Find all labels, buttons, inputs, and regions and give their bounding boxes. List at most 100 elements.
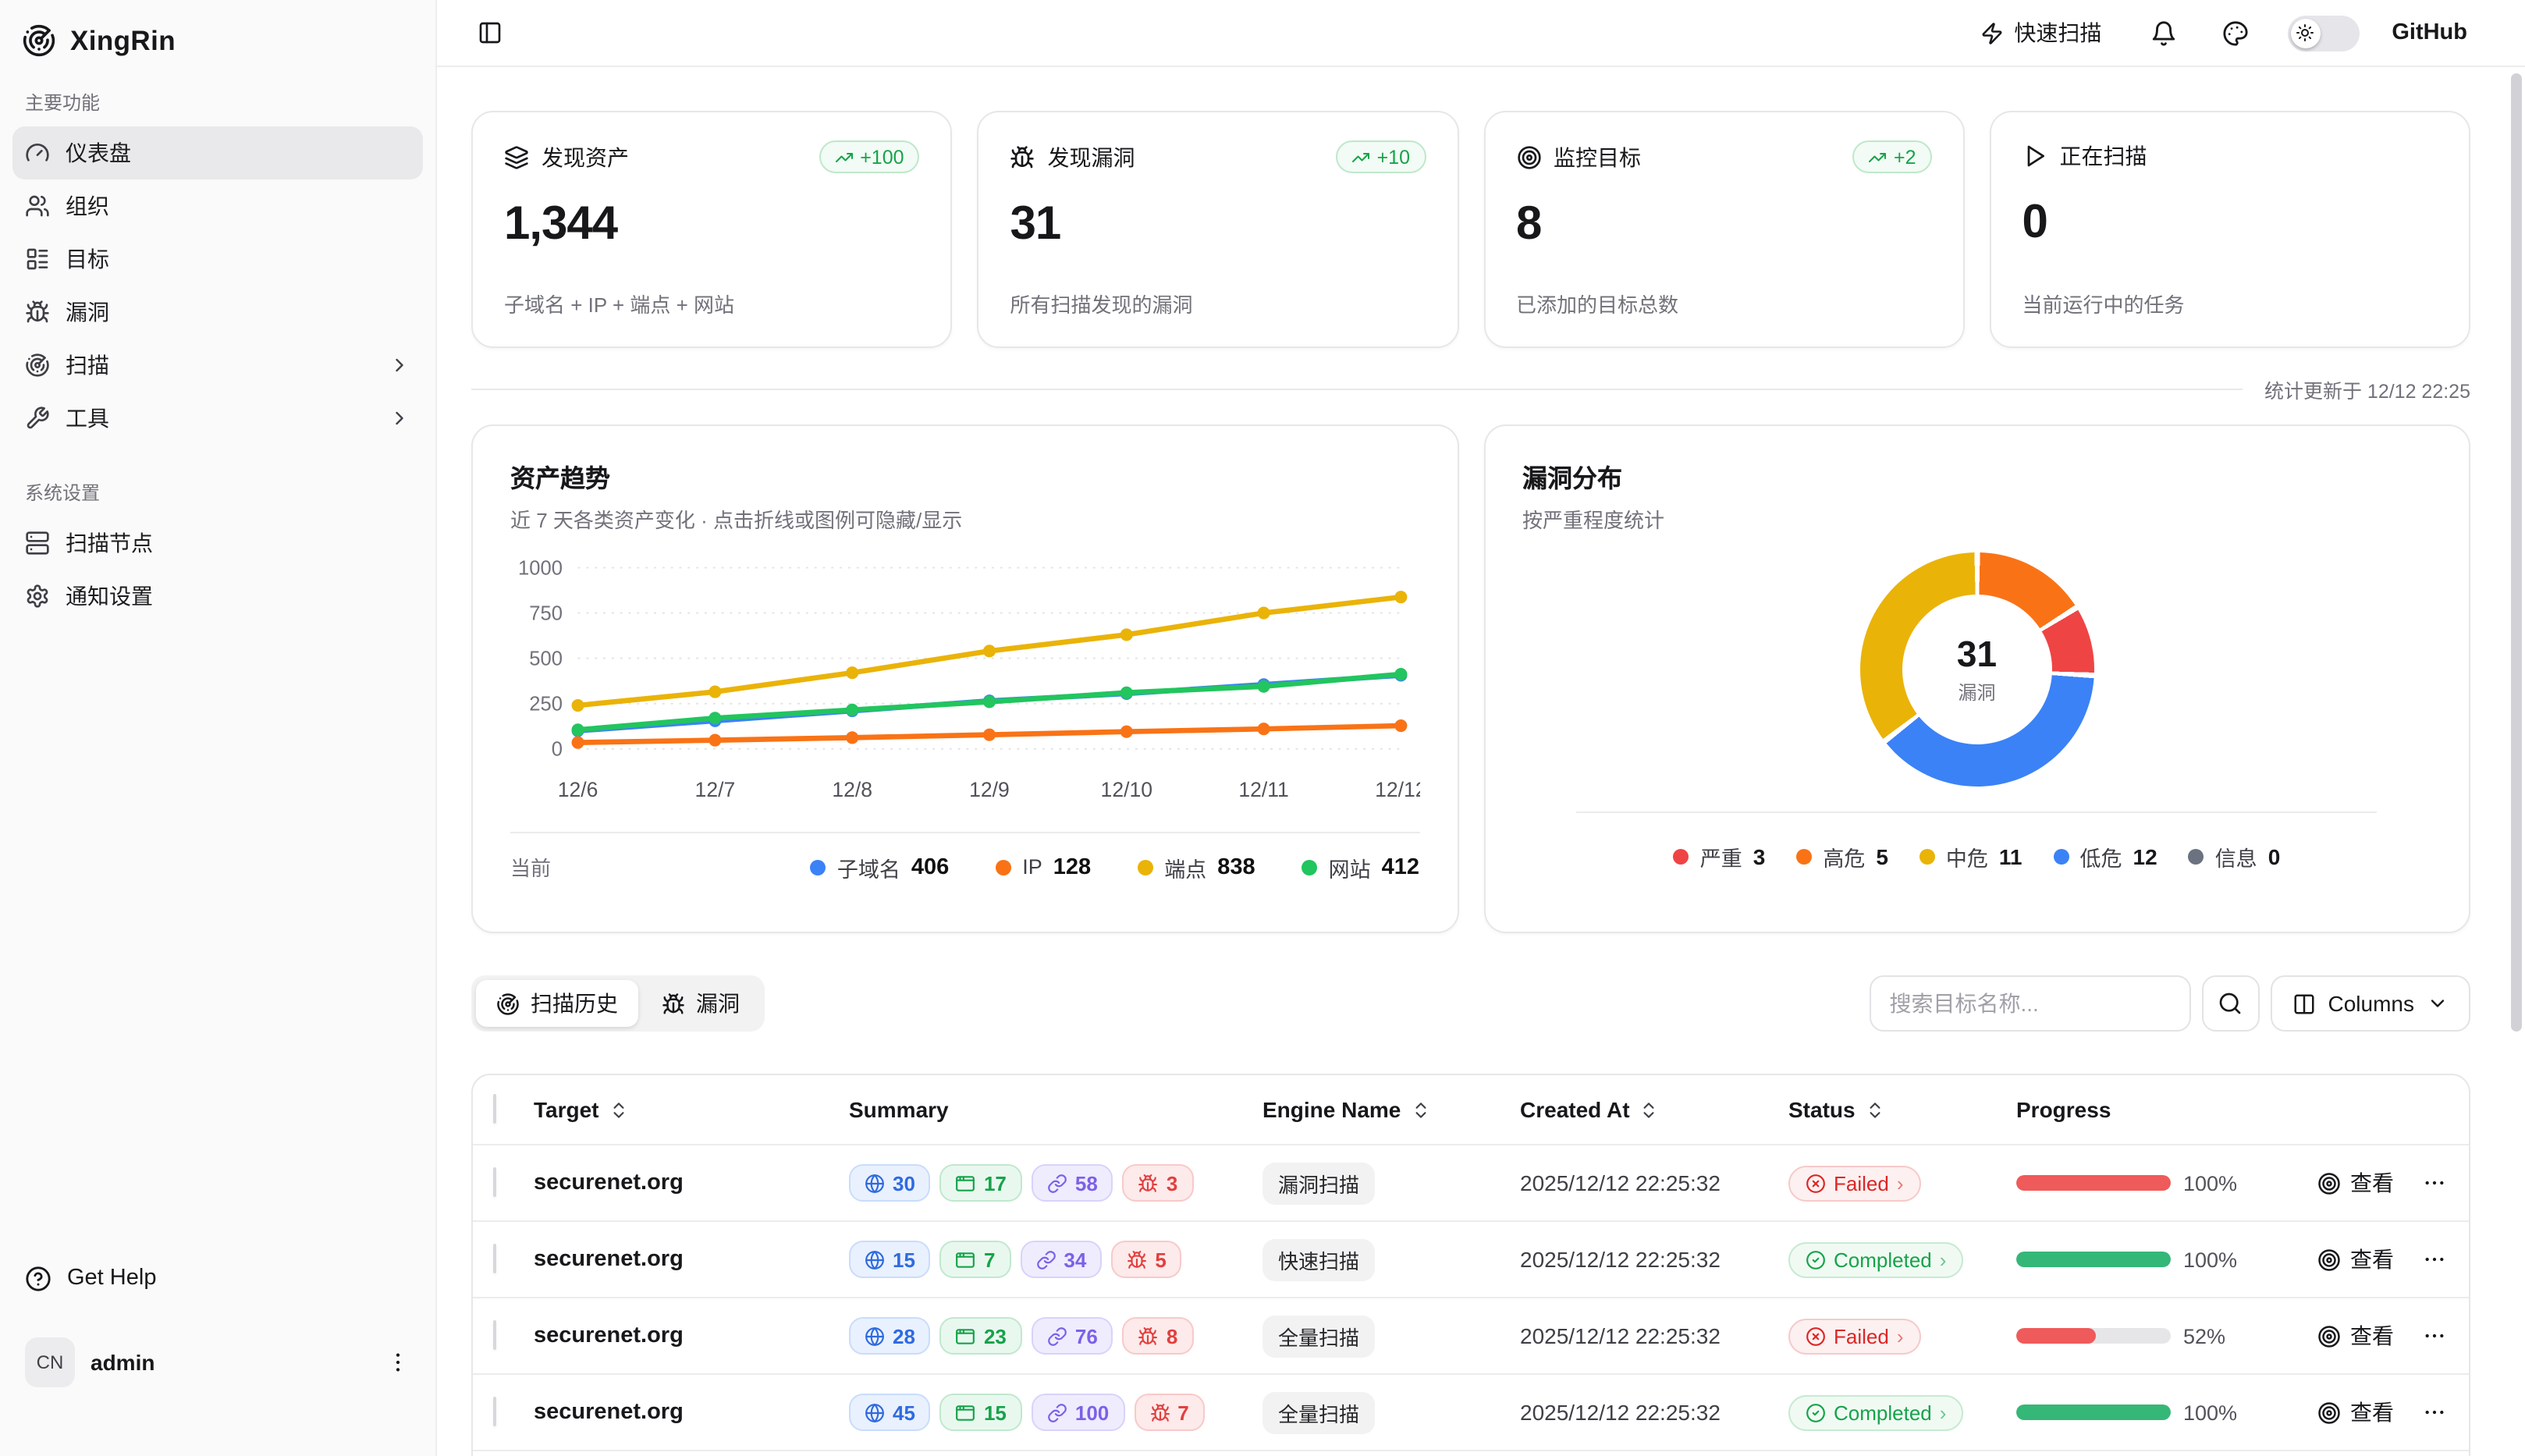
severity-donut-chart[interactable]: 31 漏洞 xyxy=(1860,552,2094,787)
vuln-count-badge: 8 xyxy=(1123,1317,1193,1355)
row-menu-button[interactable] xyxy=(2422,1170,2447,1195)
sort-icon[interactable] xyxy=(1410,1099,1430,1120)
sidebar-item[interactable]: 扫描节点 xyxy=(12,517,423,570)
row-menu-button[interactable] xyxy=(2422,1323,2447,1348)
view-button[interactable]: 查看 xyxy=(2317,1244,2394,1275)
brand[interactable]: XingRin xyxy=(12,0,423,67)
column-label: Engine Name xyxy=(1262,1097,1401,1122)
get-help-button[interactable]: Get Help xyxy=(12,1250,423,1306)
columns-button[interactable]: Columns xyxy=(2271,975,2471,1032)
subdomain-count-badge: 45 xyxy=(849,1394,931,1431)
view-button[interactable]: 查看 xyxy=(2317,1167,2394,1199)
legend-value: 412 xyxy=(1382,854,1419,879)
legend-dot xyxy=(811,859,826,875)
endpoint-count-badge: 58 xyxy=(1032,1164,1113,1202)
target-icon xyxy=(2317,1171,2341,1195)
row-checkbox[interactable] xyxy=(493,1320,496,1350)
github-link[interactable]: GitHub xyxy=(2392,20,2467,45)
table-header-row: Target Summary Engine Name xyxy=(473,1075,2469,1145)
severity-legend-item[interactable]: 中危 11 xyxy=(1919,841,2022,872)
scrollbar[interactable] xyxy=(2511,73,2522,1032)
asset-trend-chart[interactable]: 0250500750100012/612/712/812/912/1012/11… xyxy=(510,546,1419,810)
search-input[interactable] xyxy=(1870,975,2191,1032)
table-column-header: Progress xyxy=(2016,1097,2447,1122)
svg-text:1000: 1000 xyxy=(518,557,563,579)
sidebar-toggle-button[interactable] xyxy=(471,14,509,51)
severity-legend-item[interactable]: 严重 3 xyxy=(1674,841,1766,872)
row-checkbox[interactable] xyxy=(493,1167,496,1197)
theme-toggle[interactable] xyxy=(2287,15,2359,51)
topbar: 快速扫描 GitHub xyxy=(437,0,2525,67)
toolbar-tab[interactable]: 扫描历史 xyxy=(476,980,638,1027)
severity-legend-item[interactable]: 信息 0 xyxy=(2189,841,2281,872)
palette-icon xyxy=(2221,20,2248,46)
sidebar-item[interactable]: 工具 xyxy=(12,392,423,445)
status-badge[interactable]: Failed › xyxy=(1788,1318,1921,1354)
user-menu-dots-icon[interactable] xyxy=(385,1350,410,1375)
sort-icon[interactable] xyxy=(1865,1099,1885,1120)
legend-name: 低危 xyxy=(2080,841,2122,872)
row-checkbox[interactable] xyxy=(493,1244,496,1273)
view-button[interactable]: 查看 xyxy=(2317,1397,2394,1428)
table-row[interactable] xyxy=(473,1451,2469,1456)
trend-legend-item[interactable]: 子域名 406 xyxy=(811,851,949,882)
table-column-header: Created At xyxy=(1520,1097,1788,1122)
severity-legend-item[interactable]: 低危 12 xyxy=(2054,841,2157,872)
trend-badge-value: +2 xyxy=(1894,146,1916,168)
sidebar-item[interactable]: 组织 xyxy=(12,179,423,233)
bug-icon xyxy=(1138,1326,1159,1346)
table-column-header: Summary xyxy=(849,1097,1262,1122)
table-row[interactable]: securenet.org 28 23 76 8 全量扫描 2025/12/12… xyxy=(473,1298,2469,1375)
table-row[interactable]: securenet.org 15 7 34 5 快速扫描 2025/12/12 … xyxy=(473,1222,2469,1298)
legend-value: 3 xyxy=(1753,844,1766,869)
trend-legend-item[interactable]: IP 128 xyxy=(996,854,1091,879)
user-menu[interactable]: CN admin xyxy=(12,1331,423,1394)
status-label: Failed xyxy=(1834,1171,1889,1195)
row-menu-button[interactable] xyxy=(2422,1400,2447,1425)
sidebar-item[interactable]: 通知设置 xyxy=(12,570,423,623)
trend-badge: +100 xyxy=(819,140,919,173)
status-badge[interactable]: Failed › xyxy=(1788,1165,1921,1201)
charts-row: 资产趋势 近 7 天各类资产变化 · 点击折线或图例可隐藏/显示 0250500… xyxy=(471,424,2470,933)
trend-legend-item[interactable]: 端点 838 xyxy=(1138,851,1255,882)
legend-value: 0 xyxy=(2268,844,2281,869)
notifications-button[interactable] xyxy=(2143,13,2182,52)
column-label: Summary xyxy=(849,1097,949,1122)
trend-legend-item[interactable]: 网站 412 xyxy=(1302,851,1419,882)
sort-icon[interactable] xyxy=(609,1099,629,1120)
legend-value: 11 xyxy=(1999,844,2022,869)
view-button[interactable]: 查看 xyxy=(2317,1320,2394,1351)
stat-description: 已添加的目标总数 xyxy=(1516,289,1932,318)
theme-palette-button[interactable] xyxy=(2215,13,2254,52)
table-row[interactable]: securenet.org 30 17 58 3 漏洞扫描 2025/12/12… xyxy=(473,1145,2469,1222)
status-chevron: › xyxy=(1940,1248,1947,1271)
endpoint-count-badge: 100 xyxy=(1032,1394,1124,1431)
row-menu-button[interactable] xyxy=(2422,1247,2447,1272)
row-checkbox[interactable] xyxy=(493,1397,496,1426)
vuln-distribution-card: 漏洞分布 按严重程度统计 31 漏洞 xyxy=(1483,424,2470,933)
zap-icon xyxy=(1980,21,2003,44)
toolbar-tab[interactable]: 漏洞 xyxy=(641,980,760,1027)
legend-name: 网站 xyxy=(1329,851,1371,882)
quick-scan-button[interactable]: 快速扫描 xyxy=(1970,16,2111,50)
search-button[interactable] xyxy=(2202,975,2260,1032)
sidebar-item[interactable]: 目标 xyxy=(12,233,423,286)
sidebar-item[interactable]: 漏洞 xyxy=(12,286,423,339)
search-icon xyxy=(2218,991,2243,1016)
progress-cell: 52% 查看 xyxy=(2016,1320,2447,1351)
stat-title: 正在扫描 xyxy=(2060,140,2147,172)
legend-name: 严重 xyxy=(1700,841,1742,872)
stat-card-header: 监控目标 +2 xyxy=(1516,140,1932,173)
sidebar-item[interactable]: 仪表盘 xyxy=(12,126,423,179)
sidebar-item[interactable]: 扫描 xyxy=(12,339,423,392)
table-row[interactable]: securenet.org 45 15 100 7 全量扫描 2025/12/1… xyxy=(473,1375,2469,1451)
severity-legend-item[interactable]: 高危 5 xyxy=(1796,841,1888,872)
status-badge[interactable]: Completed › xyxy=(1788,1241,1963,1277)
status-badge[interactable]: Completed › xyxy=(1788,1394,1963,1430)
progress-cell: 100% 查看 xyxy=(2016,1397,2447,1428)
sort-icon[interactable] xyxy=(1639,1099,1660,1120)
select-all-checkbox[interactable] xyxy=(493,1094,496,1124)
progress-percent: 52% xyxy=(2183,1324,2239,1348)
table-column-header: Engine Name xyxy=(1262,1097,1520,1122)
bell-icon xyxy=(2150,20,2176,46)
